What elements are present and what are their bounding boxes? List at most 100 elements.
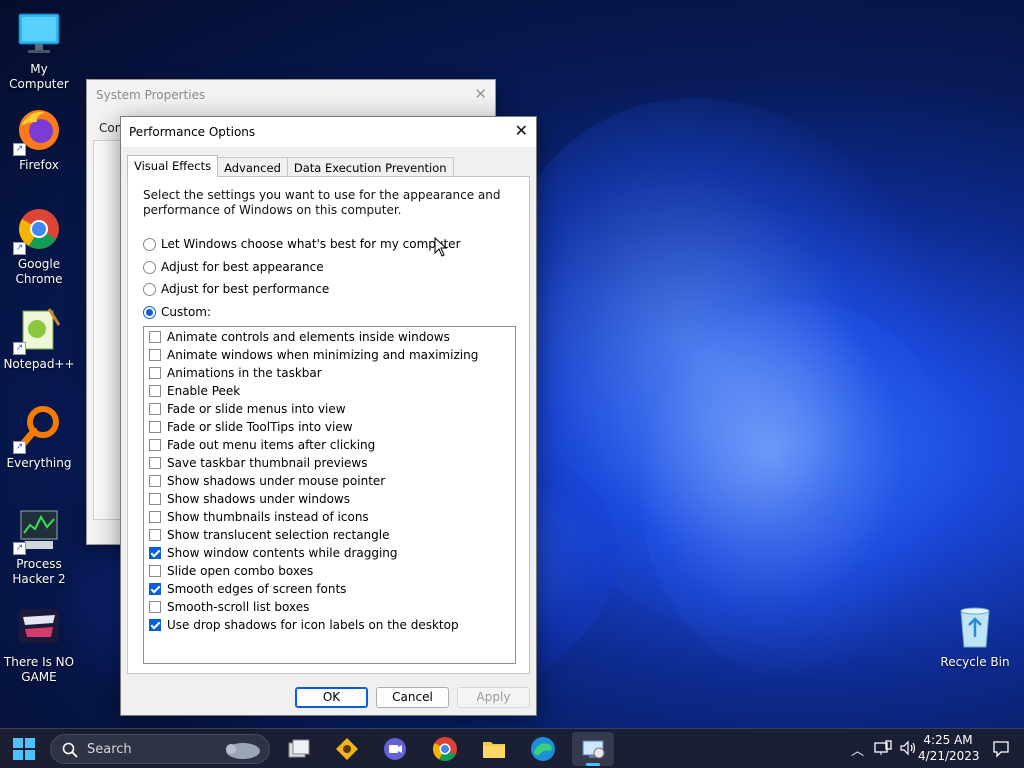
desktop-icon-everything[interactable]: ↗ Everything: [1, 404, 77, 471]
effect-item[interactable]: Fade or slide menus into view: [144, 400, 515, 418]
effect-item[interactable]: Show thumbnails instead of icons: [144, 508, 515, 526]
desktop-icon-chrome[interactable]: ↗ Google Chrome: [1, 205, 77, 287]
cancel-button[interactable]: Cancel: [376, 687, 449, 708]
search-box[interactable]: Search: [50, 734, 270, 764]
radio-let-windows-choose[interactable]: Let Windows choose what's best for my co…: [143, 237, 461, 251]
checkbox[interactable]: [149, 439, 161, 451]
effect-item[interactable]: Animate windows when minimizing and maxi…: [144, 346, 515, 364]
effect-label: Animations in the taskbar: [167, 366, 322, 380]
effect-item[interactable]: Animations in the taskbar: [144, 364, 515, 382]
close-button[interactable]: ✕: [515, 121, 528, 140]
network-icon[interactable]: [874, 740, 892, 760]
effect-item[interactable]: Show shadows under mouse pointer: [144, 472, 515, 490]
shortcut-arrow-icon: ↗: [13, 441, 26, 454]
clock-date: 4/21/2023: [918, 749, 980, 763]
tab-advanced[interactable]: Advanced: [217, 157, 288, 177]
file-explorer-icon[interactable]: [480, 735, 508, 763]
start-button[interactable]: [10, 735, 38, 763]
checkbox[interactable]: [149, 367, 161, 379]
tab-visual-effects[interactable]: Visual Effects: [127, 155, 219, 177]
effect-item[interactable]: Smooth edges of screen fonts: [144, 580, 515, 598]
checkbox[interactable]: [149, 565, 161, 577]
effect-label: Use drop shadows for icon labels on the …: [167, 618, 459, 632]
radio-custom[interactable]: Custom:: [143, 305, 211, 319]
checkbox[interactable]: [149, 583, 161, 595]
radio-label: Adjust for best performance: [161, 282, 330, 296]
notification-icon[interactable]: [992, 740, 1010, 762]
effect-item[interactable]: Show window contents while dragging: [144, 544, 515, 562]
active-indicator: [586, 763, 600, 766]
chevron-up-icon[interactable]: ︿: [851, 740, 864, 759]
checkbox[interactable]: [149, 619, 161, 631]
effect-label: Fade or slide ToolTips into view: [167, 420, 353, 434]
search-highlight-icon: [226, 743, 260, 759]
performance-options-dialog[interactable]: Performance Options ✕ Visual Effects Adv…: [120, 116, 537, 716]
radio-button[interactable]: [143, 305, 156, 319]
effect-label: Slide open combo boxes: [167, 564, 314, 578]
tab-data-execution-prevention[interactable]: Data Execution Prevention: [286, 157, 454, 177]
effect-item[interactable]: Save taskbar thumbnail previews: [144, 454, 515, 472]
checkbox[interactable]: [149, 475, 161, 487]
desktop-icon-process-hacker[interactable]: ↗ Process Hacker 2: [1, 505, 77, 587]
checkbox[interactable]: [149, 547, 161, 559]
effect-label: Show shadows under windows: [167, 492, 350, 506]
desktop-icon-my-computer[interactable]: My Computer: [1, 10, 77, 92]
radio-button[interactable]: [143, 237, 156, 251]
checkbox[interactable]: [149, 403, 161, 415]
desktop-icon-firefox[interactable]: ↗ Firefox: [1, 106, 77, 173]
edge-icon[interactable]: [529, 735, 557, 763]
effect-item[interactable]: Slide open combo boxes: [144, 562, 515, 580]
monitor-icon: [15, 10, 63, 58]
task-view-icon[interactable]: [285, 735, 313, 763]
effects-list[interactable]: Animate controls and elements inside win…: [143, 326, 516, 664]
effect-item[interactable]: Animate controls and elements inside win…: [144, 328, 515, 346]
effect-label: Show thumbnails instead of icons: [167, 510, 369, 524]
close-icon[interactable]: ✕: [474, 85, 487, 103]
system-properties-taskbar-button[interactable]: [572, 732, 614, 766]
checkbox[interactable]: [149, 349, 161, 361]
effect-item[interactable]: Smooth-scroll list boxes: [144, 598, 515, 616]
ok-button[interactable]: OK: [295, 687, 368, 708]
checkbox[interactable]: [149, 529, 161, 541]
radio-best-performance[interactable]: Adjust for best performance: [143, 282, 329, 296]
clock[interactable]: 4:25 AM 4/21/2023: [918, 732, 980, 764]
effect-label: Animate windows when minimizing and maxi…: [167, 348, 479, 362]
chrome-icon[interactable]: [431, 735, 459, 763]
apply-button[interactable]: Apply: [457, 687, 530, 708]
shortcut-arrow-icon: ↗: [13, 342, 26, 355]
checkbox[interactable]: [149, 421, 161, 433]
checkbox[interactable]: [149, 511, 161, 523]
radio-label: Let Windows choose what's best for my co…: [161, 237, 461, 251]
radio-button[interactable]: [143, 282, 156, 296]
radio-label: Adjust for best appearance: [161, 260, 324, 274]
checkbox[interactable]: [149, 385, 161, 397]
effect-item[interactable]: Fade or slide ToolTips into view: [144, 418, 515, 436]
effect-item[interactable]: Use drop shadows for icon labels on the …: [144, 616, 515, 634]
checkbox[interactable]: [149, 601, 161, 613]
app-icon[interactable]: [333, 735, 361, 763]
clock-time: 4:25 AM: [923, 733, 973, 747]
desktop-icon-label: Notepad++: [3, 357, 75, 371]
tab-strip: Visual Effects Advanced Data Execution P…: [127, 155, 454, 177]
desktop-icon-recycle-bin[interactable]: Recycle Bin: [937, 603, 1013, 670]
radio-best-appearance[interactable]: Adjust for best appearance: [143, 260, 324, 274]
effect-label: Smooth-scroll list boxes: [167, 600, 310, 614]
effect-item[interactable]: Fade out menu items after clicking: [144, 436, 515, 454]
volume-icon[interactable]: [899, 740, 917, 760]
taskbar: Search ︿ 4:25 AM 4/21/2023: [0, 728, 1024, 768]
desktop-icon-there-is-no-game[interactable]: There Is NO GAME: [1, 603, 77, 685]
desktop-icon-label: Google Chrome: [15, 257, 63, 286]
effect-label: Show window contents while dragging: [167, 546, 398, 560]
effect-item[interactable]: Show shadows under windows: [144, 490, 515, 508]
desktop-icon-notepad-plus-plus[interactable]: ↗ Notepad++: [1, 305, 77, 372]
effect-item[interactable]: Show translucent selection rectangle: [144, 526, 515, 544]
description-text: Select the settings you want to use for …: [143, 188, 501, 217]
effect-item[interactable]: Enable Peek: [144, 382, 515, 400]
checkbox[interactable]: [149, 331, 161, 343]
radio-button[interactable]: [143, 260, 156, 274]
magnifier-icon: ↗: [13, 404, 63, 454]
checkbox[interactable]: [149, 457, 161, 469]
checkbox[interactable]: [149, 493, 161, 505]
teams-icon[interactable]: [381, 735, 409, 763]
chrome-icon: ↗: [13, 205, 63, 255]
